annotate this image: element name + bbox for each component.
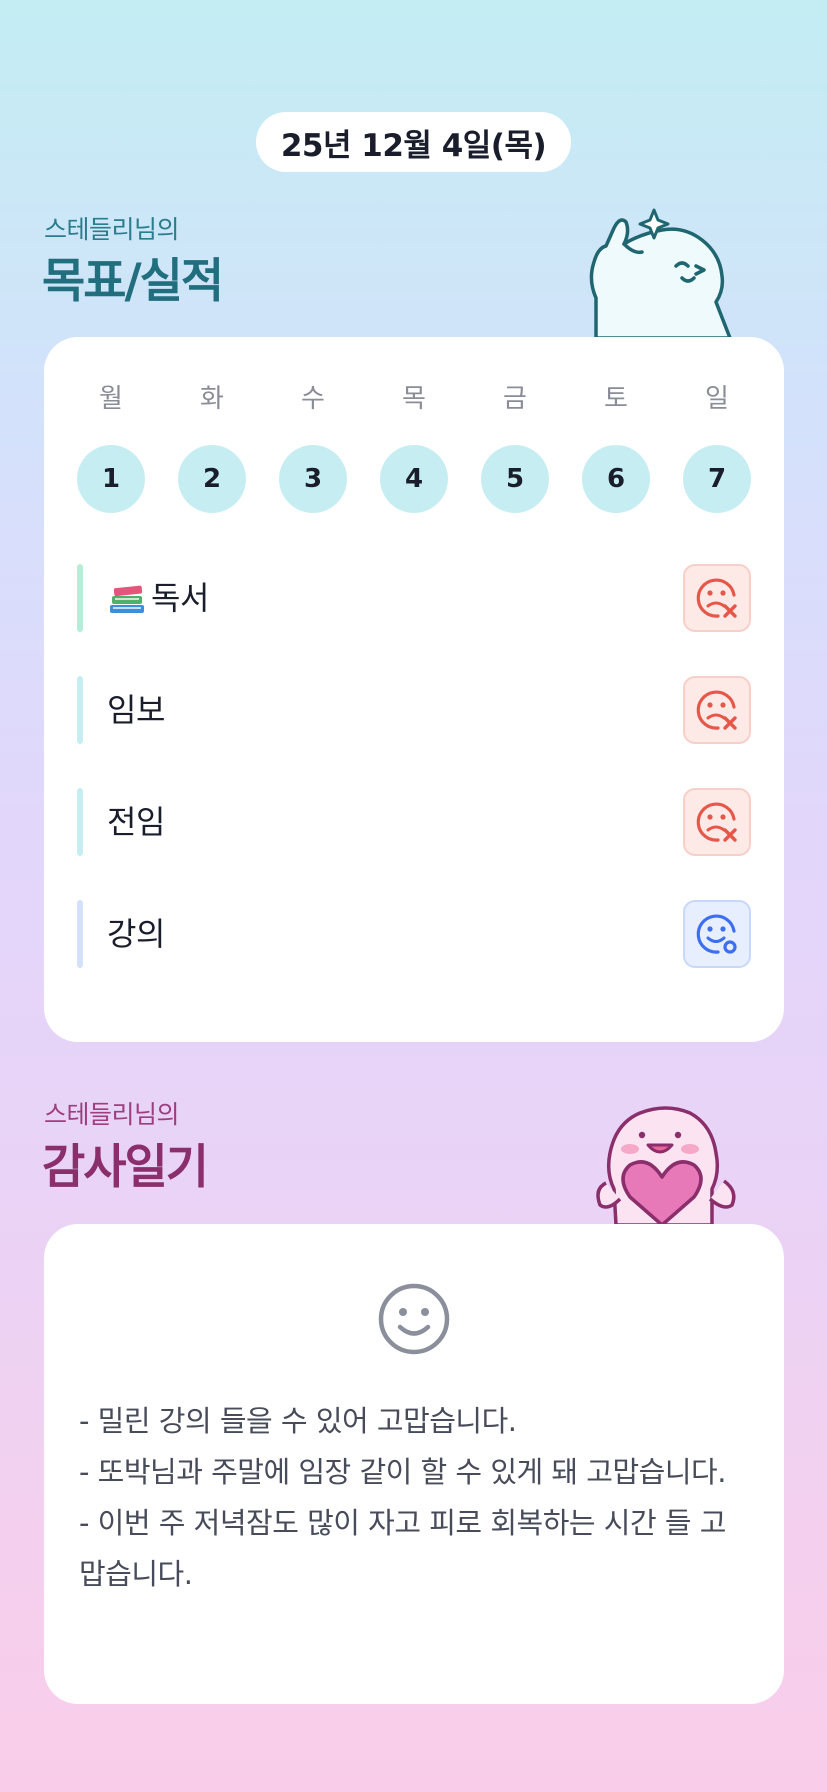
goal-accent-bar <box>77 676 83 744</box>
gratitude-entry: - 밀린 강의 들을 수 있어 고맙습니다. - 또박님과 주말에 임장 같이 … <box>79 1396 751 1600</box>
smile-done-icon <box>696 914 737 954</box>
goal-status-button[interactable] <box>683 676 751 744</box>
day-column[interactable]: 화 2 <box>178 381 246 513</box>
weekday-label: 일 <box>705 384 729 414</box>
week-calendar: 월 1 화 2 수 3 목 4 금 5 토 6 일 7 <box>77 381 751 513</box>
sad-fail-icon <box>696 802 737 842</box>
sad-fail-icon <box>696 690 737 730</box>
date-pill[interactable]: 25년 12월 4일(목) <box>256 112 571 172</box>
goal-name: 독서 <box>151 579 209 617</box>
day-column[interactable]: 목 4 <box>380 381 448 513</box>
goal-accent-bar <box>77 900 83 968</box>
gratitude-line: - 또박님과 주말에 임장 같이 할 수 있게 돼 고맙습니다. <box>79 1455 726 1489</box>
day-number[interactable]: 2 <box>178 445 246 513</box>
goal-row-imbo[interactable]: 임보 <box>77 676 751 744</box>
goal-status-button[interactable] <box>683 788 751 856</box>
weekday-label: 토 <box>604 384 628 414</box>
day-number[interactable]: 6 <box>582 445 650 513</box>
pink-mascot-icon <box>596 1106 736 1225</box>
day-number[interactable]: 3 <box>279 445 347 513</box>
goal-row-lecture[interactable]: 강의 <box>77 900 751 968</box>
goal-status-button[interactable] <box>683 900 751 968</box>
day-number[interactable]: 4 <box>380 445 448 513</box>
gratitude-title: 감사일기 <box>42 1140 209 1195</box>
books-emoji-icon <box>110 585 144 613</box>
gratitude-line: - 이번 주 저녁잠도 많이 자고 피로 회복하는 시간 들 고맙습니다. <box>79 1506 726 1591</box>
goal-label: 전임 <box>107 803 165 841</box>
weekday-label: 수 <box>301 384 325 414</box>
day-column[interactable]: 일 7 <box>683 381 751 513</box>
goals-card: 월 1 화 2 수 3 목 4 금 5 토 6 일 7 독서 임보 전임 강의 <box>44 337 784 1042</box>
day-column[interactable]: 토 6 <box>582 381 650 513</box>
goal-label: 독서 <box>107 564 209 632</box>
day-column[interactable]: 금 5 <box>481 381 549 513</box>
weekday-label: 금 <box>503 384 527 414</box>
goals-subtitle: 스테들리님의 <box>44 215 180 244</box>
blue-mascot-icon <box>589 208 732 338</box>
goal-label: 강의 <box>107 915 165 953</box>
goal-label: 임보 <box>107 691 165 729</box>
smile-icon[interactable] <box>377 1282 451 1356</box>
goals-title: 목표/실적 <box>42 254 224 309</box>
weekday-label: 목 <box>402 384 426 414</box>
gratitude-line: - 밀린 강의 들을 수 있어 고맙습니다. <box>79 1404 517 1438</box>
goal-row-jeonim[interactable]: 전임 <box>77 788 751 856</box>
goal-accent-bar <box>77 564 83 632</box>
weekday-label: 월 <box>99 384 123 414</box>
day-number[interactable]: 5 <box>481 445 549 513</box>
goal-accent-bar <box>77 788 83 856</box>
gratitude-subtitle: 스테들리님의 <box>44 1100 180 1129</box>
gratitude-card: - 밀린 강의 들을 수 있어 고맙습니다. - 또박님과 주말에 임장 같이 … <box>44 1224 784 1704</box>
goal-row-reading[interactable]: 독서 <box>77 564 751 632</box>
sad-fail-icon <box>696 578 737 618</box>
day-number[interactable]: 7 <box>683 445 751 513</box>
day-column[interactable]: 수 3 <box>279 381 347 513</box>
date-label: 25년 12월 4일(목) <box>280 127 547 164</box>
weekday-label: 화 <box>200 384 224 414</box>
goal-status-button[interactable] <box>683 564 751 632</box>
day-column[interactable]: 월 1 <box>77 381 145 513</box>
day-number[interactable]: 1 <box>77 445 145 513</box>
